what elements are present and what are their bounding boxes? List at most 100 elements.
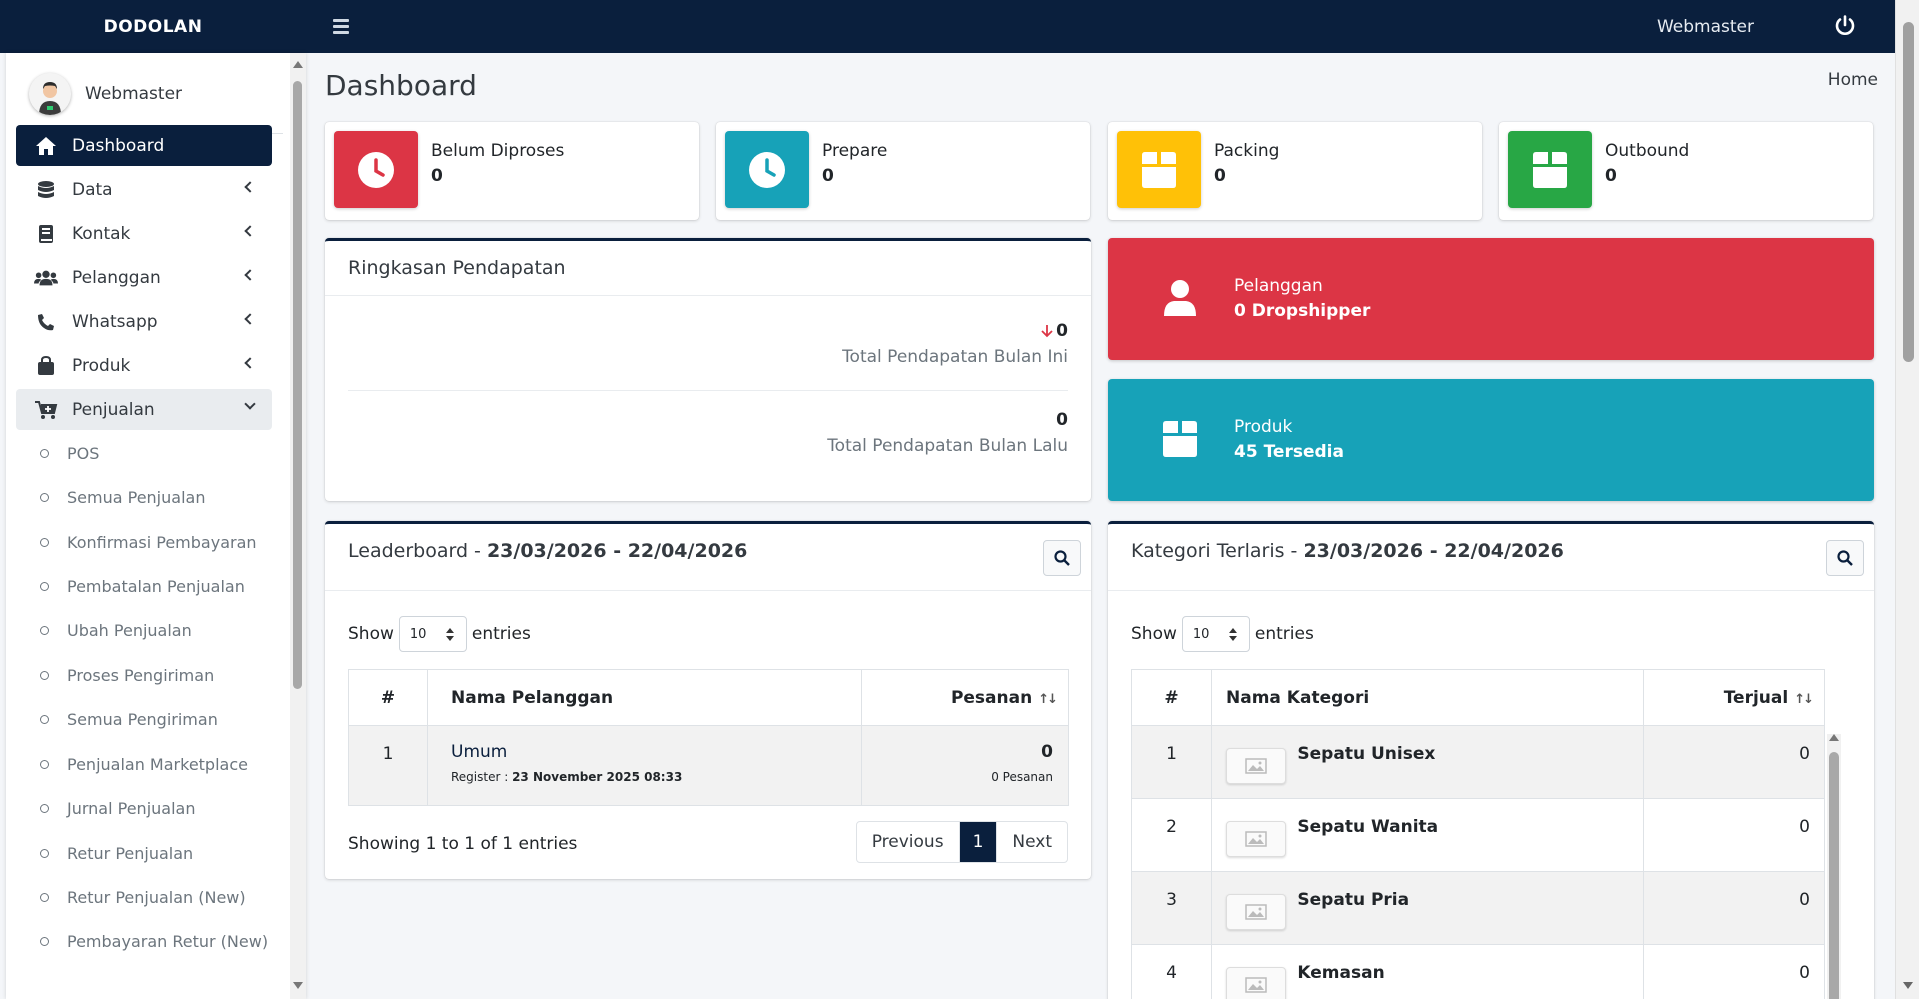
shopping-bag-icon bbox=[34, 355, 58, 377]
menu-toggle-icon[interactable] bbox=[333, 15, 355, 37]
info-box-prepare[interactable]: Prepare 0 bbox=[716, 122, 1090, 220]
revenue-summary-title: Ringkasan Pendapatan bbox=[348, 257, 566, 279]
info-box-value: 0 bbox=[822, 166, 834, 186]
kategori-title-text: Kategori Terlaris bbox=[1131, 540, 1285, 562]
column-header-nama-pelanggan[interactable]: Nama Pelanggan bbox=[427, 669, 862, 726]
entries-select[interactable]: 10 bbox=[1181, 616, 1250, 652]
pagination-next[interactable]: Next bbox=[997, 822, 1067, 862]
scroll-down-icon[interactable] bbox=[293, 982, 303, 989]
sidebar-subitem-jurnal-penjualan[interactable]: Jurnal Penjualan bbox=[16, 790, 272, 826]
leaderboard-length-control: Show 10 entries bbox=[348, 616, 531, 652]
sidebar-scrollbar[interactable] bbox=[290, 53, 306, 999]
category-name: Kemasan bbox=[1297, 963, 1385, 983]
revenue-this-month-value-row: 0 bbox=[1041, 321, 1068, 341]
sidebar-item-label: Data bbox=[72, 179, 113, 200]
clock-icon bbox=[725, 131, 809, 208]
sidebar-subitem-label: Retur Penjualan bbox=[67, 843, 194, 863]
column-header-no[interactable]: # bbox=[348, 669, 428, 726]
kategori-terlaris-card: Kategori Terlaris - 23/03/2026 - 22/04/2… bbox=[1108, 521, 1874, 999]
register-label: Register : bbox=[451, 770, 513, 784]
row-number: 1 bbox=[1131, 725, 1212, 799]
avatar bbox=[29, 73, 71, 115]
sidebar-subitem-konfirmasi-pembayaran[interactable]: Konfirmasi Pembayaran bbox=[16, 524, 272, 560]
column-header-nama-kategori[interactable]: Nama Kategori bbox=[1211, 669, 1644, 726]
column-header-pesanan[interactable]: Pesanan ↑↓ bbox=[861, 669, 1069, 726]
sidebar-subitem-label: POS bbox=[67, 443, 100, 463]
sidebar-item-produk[interactable]: Produk bbox=[16, 345, 272, 386]
circle-icon bbox=[40, 492, 49, 502]
category-cell: Sepatu Unisex bbox=[1211, 725, 1644, 799]
info-box-value: 0 bbox=[431, 166, 443, 186]
scroll-up-icon[interactable] bbox=[293, 61, 303, 68]
column-header-no[interactable]: # bbox=[1131, 669, 1212, 726]
pagination-previous[interactable]: Previous bbox=[857, 822, 960, 862]
table-row[interactable]: 2 Sepatu Wanita 0 bbox=[1131, 798, 1825, 872]
phone-icon bbox=[34, 311, 58, 333]
user-icon bbox=[1164, 280, 1196, 316]
entries-label: entries bbox=[1254, 624, 1314, 644]
table-row[interactable]: 1 Umum Register : 23 November 2025 08:33… bbox=[348, 725, 1069, 806]
info-box-label: Outbound bbox=[1605, 141, 1690, 161]
info-box-packing[interactable]: Packing 0 bbox=[1108, 122, 1482, 220]
show-label: Show bbox=[1131, 624, 1177, 644]
info-box-belum-diproses[interactable]: Belum Diproses 0 bbox=[325, 122, 699, 220]
sidebar-subitem-proses-pengiriman[interactable]: Proses Pengiriman bbox=[16, 657, 272, 693]
kategori-length-control: Show 10 entries bbox=[1131, 616, 1314, 652]
sidebar-item-dashboard[interactable]: Dashboard bbox=[16, 125, 272, 166]
info-box-outbound[interactable]: Outbound 0 bbox=[1499, 122, 1873, 220]
leaderboard-search-button[interactable] bbox=[1043, 540, 1081, 576]
circle-icon bbox=[40, 714, 49, 724]
sidebar-subitem-retur-penjualan-new[interactable]: Retur Penjualan (New) bbox=[16, 879, 272, 915]
customer-cell: Umum Register : 23 November 2025 08:33 bbox=[427, 725, 862, 806]
sidebar-scroll-thumb[interactable] bbox=[293, 81, 302, 689]
circle-icon bbox=[40, 892, 49, 902]
kategori-table: # Nama Kategori Terjual ↑↓ 1 Sepatu Unise… bbox=[1131, 669, 1825, 999]
table-row[interactable]: 1 Sepatu Unisex 0 bbox=[1131, 725, 1825, 799]
sidebar-item-whatsapp[interactable]: Whatsapp bbox=[16, 301, 272, 342]
kategori-search-button[interactable] bbox=[1826, 540, 1864, 576]
sidebar-subitem-retur-penjualan[interactable]: Retur Penjualan bbox=[16, 835, 272, 871]
sidebar-subitem-ubah-penjualan[interactable]: Ubah Penjualan bbox=[16, 612, 272, 648]
sidebar-subitem-semua-penjualan[interactable]: Semua Penjualan bbox=[16, 479, 272, 515]
table-row[interactable]: 3 Sepatu Pria 0 bbox=[1131, 871, 1825, 945]
brand-logo[interactable]: DODOLAN bbox=[0, 0, 306, 53]
table-row[interactable]: 4 Kemasan 0 bbox=[1131, 944, 1825, 999]
sidebar-item-data[interactable]: Data bbox=[16, 169, 272, 210]
home-icon bbox=[34, 135, 58, 157]
sidebar-item-penjualan[interactable]: Penjualan bbox=[16, 389, 272, 430]
customer-name[interactable]: Umum bbox=[451, 742, 861, 762]
customer-register: Register : 23 November 2025 08:33 bbox=[451, 770, 861, 784]
chevron-left-icon bbox=[244, 313, 256, 325]
power-icon[interactable] bbox=[1833, 14, 1857, 38]
circle-icon bbox=[40, 848, 49, 858]
table-scrollbar[interactable] bbox=[1827, 734, 1841, 999]
info-box-label: Prepare bbox=[822, 141, 888, 161]
column-header-terjual[interactable]: Terjual ↑↓ bbox=[1643, 669, 1825, 726]
sidebar-subitem-pembatalan-penjualan[interactable]: Pembatalan Penjualan bbox=[16, 568, 272, 604]
table-scroll-thumb[interactable] bbox=[1829, 752, 1839, 999]
orders-value: 0 bbox=[1041, 742, 1053, 762]
sidebar-subitem-pos[interactable]: POS bbox=[16, 435, 272, 471]
pagination-page[interactable]: 1 bbox=[959, 822, 998, 862]
scroll-down-icon[interactable] bbox=[1903, 982, 1913, 989]
image-placeholder-icon bbox=[1226, 821, 1286, 857]
sidebar-subitem-semua-pengiriman[interactable]: Semua Pengiriman bbox=[16, 701, 272, 737]
sidebar-item-pelanggan[interactable]: Pelanggan bbox=[16, 257, 272, 298]
sidebar-user-panel[interactable]: Webmaster bbox=[29, 73, 182, 115]
circle-icon bbox=[40, 448, 49, 458]
scroll-up-icon[interactable] bbox=[1829, 734, 1839, 741]
summary-box-produk[interactable]: Produk 45 Tersedia bbox=[1108, 379, 1874, 501]
sidebar-subitem-penjualan-marketplace[interactable]: Penjualan Marketplace bbox=[16, 746, 272, 782]
sidebar-subitem-pembayaran-retur-new[interactable]: Pembayaran Retur (New) bbox=[16, 923, 272, 959]
window-scroll-thumb[interactable] bbox=[1903, 22, 1914, 362]
summary-box-pelanggan[interactable]: Pelanggan 0 Dropshipper bbox=[1108, 238, 1874, 360]
breadcrumb[interactable]: Home bbox=[1828, 70, 1878, 90]
top-user-name[interactable]: Webmaster bbox=[1657, 0, 1754, 53]
sidebar-item-kontak[interactable]: Kontak bbox=[16, 213, 272, 254]
window-scrollbar[interactable] bbox=[1895, 0, 1919, 999]
entries-select[interactable]: 10 bbox=[398, 616, 467, 652]
table-info: Showing 1 to 1 of 1 entries bbox=[348, 834, 578, 854]
circle-icon bbox=[40, 759, 49, 769]
sidebar-subitem-label: Penjualan Marketplace bbox=[67, 754, 248, 774]
register-date: 23 November 2025 08:33 bbox=[512, 770, 683, 784]
